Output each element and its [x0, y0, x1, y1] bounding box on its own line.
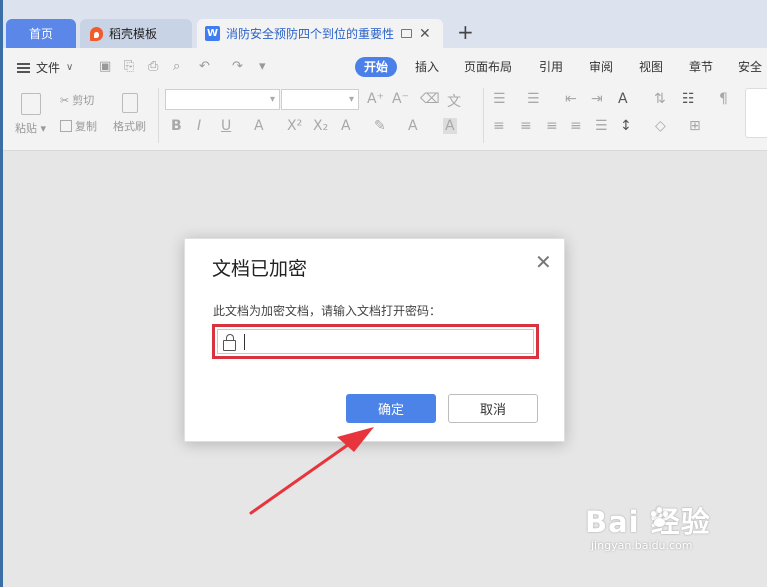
- watermark-brand: Bai 经验: [585, 505, 711, 539]
- watermark-url: jingyan.baidu.com: [591, 539, 693, 552]
- baidu-jingyan-watermark: Bai 经验 jingyan.baidu.com: [585, 495, 755, 565]
- baidu-paw-icon: [649, 507, 671, 529]
